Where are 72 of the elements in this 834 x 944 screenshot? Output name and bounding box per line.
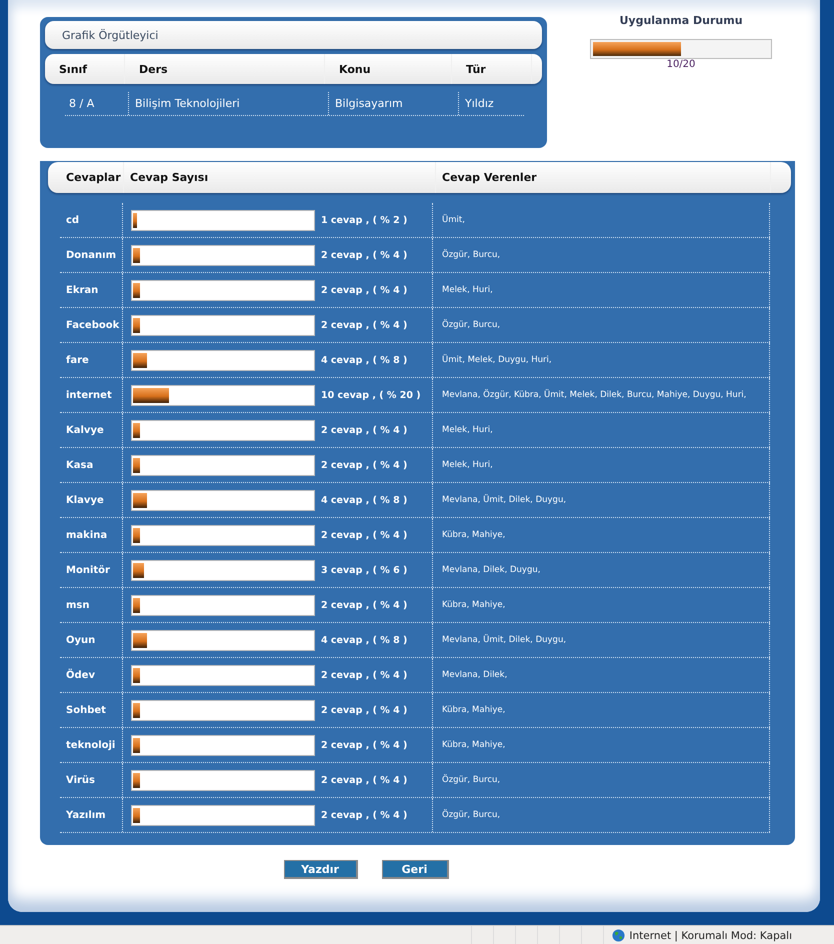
respondents-cell: Özgür, Burcu,: [442, 775, 500, 785]
respondents-cell: Kübra, Mahiye,: [442, 740, 506, 750]
column-header: Ders: [125, 54, 325, 84]
column-header: Cevap Sayısı: [124, 162, 436, 193]
answer-cell-text: Facebook: [65, 320, 120, 330]
answer-cell-text: Sohbet: [65, 704, 107, 716]
count-text: 1 cevap , ( % 2 ): [321, 214, 408, 226]
respondents-cell: Mevlana, Dilek, Duygu,: [442, 565, 540, 575]
count-text: 4 cevap , ( % 8 ): [321, 494, 408, 506]
panel-title: Grafik Örgütleyici: [45, 21, 542, 49]
back-button[interactable]: Geri: [382, 860, 448, 879]
answer-cell-text: Kalvye: [65, 424, 105, 436]
count-text: 2 cevap , ( % 4 ): [321, 704, 408, 716]
respondents-cell: Kübra, Mahiye,: [442, 705, 506, 715]
count-text: 2 cevap , ( % 4 ): [321, 460, 408, 470]
table-cell: Bilgisayarım: [328, 92, 458, 115]
status-text: Internet | Korumalı Mod: Kapalı: [629, 930, 792, 942]
answer-cell-text: msn: [65, 600, 90, 610]
answer-cell-text: Oyun: [65, 634, 96, 646]
answer-cell-text: Klavye: [65, 494, 105, 506]
count-text: 2 cevap , ( % 4 ): [321, 250, 408, 260]
count-text: 2 cevap , ( % 4 ): [321, 320, 408, 330]
print-button[interactable]: Yazdır: [284, 860, 358, 879]
table-cell: Bilişim Teknolojileri: [128, 92, 328, 115]
column-header: Tür: [452, 54, 532, 84]
column-header: Cevaplar: [48, 162, 124, 193]
column-header: Konu: [325, 54, 452, 84]
answer-cell-text: makina: [65, 530, 108, 540]
count-text: 4 cevap , ( % 8 ): [321, 354, 408, 366]
respondents-cell: Özgür, Burcu,: [442, 320, 500, 330]
answer-cell-text: Ekran: [65, 284, 100, 296]
count-text: 10 cevap , ( % 20 ): [321, 390, 421, 400]
respondents-cell: Melek, Huri,: [442, 460, 493, 470]
count-text: 2 cevap , ( % 4 ): [321, 424, 408, 436]
respondents-cell: Melek, Huri,: [442, 285, 493, 295]
progress-reading: 10/20: [666, 59, 696, 70]
respondents-cell: Kübra, Mahiye,: [442, 530, 506, 540]
count-text: 4 cevap , ( % 8 ): [321, 634, 408, 646]
respondents-cell: Ümit, Melek, Duygu, Huri,: [442, 355, 552, 365]
respondents-cell: Mevlana, Ümit, Dilek, Duygu,: [442, 495, 566, 505]
table-cell-text: 8 / A: [68, 96, 96, 112]
column-header: Cevap Verenler: [436, 162, 771, 193]
answer-cell-text: Donanım: [65, 250, 118, 260]
table-cell: Yıldız: [458, 92, 518, 115]
respondents-cell: Kübra, Mahiye,: [442, 600, 506, 610]
count-text: 2 cevap , ( % 4 ): [321, 810, 408, 820]
answer-cell-text: Kasa: [65, 460, 94, 470]
answer-cell-text: Monitör: [65, 564, 111, 576]
answer-cell-text: teknoloji: [65, 740, 116, 750]
respondents-cell: Özgür, Burcu,: [442, 250, 500, 260]
answer-cell-text: fare: [65, 354, 90, 366]
count-text: 2 cevap , ( % 4 ): [321, 600, 408, 610]
respondents-cell: Ümit,: [442, 215, 465, 225]
answer-cell-text: Yazılım: [65, 810, 107, 820]
answer-cell-text: Virüs: [65, 774, 96, 786]
answer-cell-text: internet: [65, 390, 113, 400]
count-text: 2 cevap , ( % 4 ): [321, 670, 408, 680]
count-text: 3 cevap , ( % 6 ): [321, 564, 408, 576]
count-text: 2 cevap , ( % 4 ): [321, 284, 408, 296]
count-text: 2 cevap , ( % 4 ): [321, 774, 408, 786]
progress-title: Uygulanma Durumu: [619, 14, 743, 27]
count-text: 2 cevap , ( % 4 ): [321, 740, 408, 750]
respondents-cell: Özgür, Burcu,: [442, 810, 500, 820]
respondents-cell: Mevlana, Özgür, Kübra, Ümit, Melek, Dilek, Burcu, Mahiye, Duygu, Huri,: [442, 390, 746, 400]
globe-icon: [612, 929, 626, 942]
respondents-cell: Melek, Huri,: [442, 425, 493, 435]
count-text: 2 cevap , ( % 4 ): [321, 530, 408, 540]
respondents-cell: Mevlana, Ümit, Dilek, Duygu,: [442, 635, 566, 645]
answer-cell-text: Ödev: [65, 670, 96, 680]
answer-cell-text: cd: [65, 214, 80, 226]
column-header: Sınıf: [45, 54, 125, 84]
respondents-cell: Mevlana, Dilek,: [442, 670, 508, 680]
